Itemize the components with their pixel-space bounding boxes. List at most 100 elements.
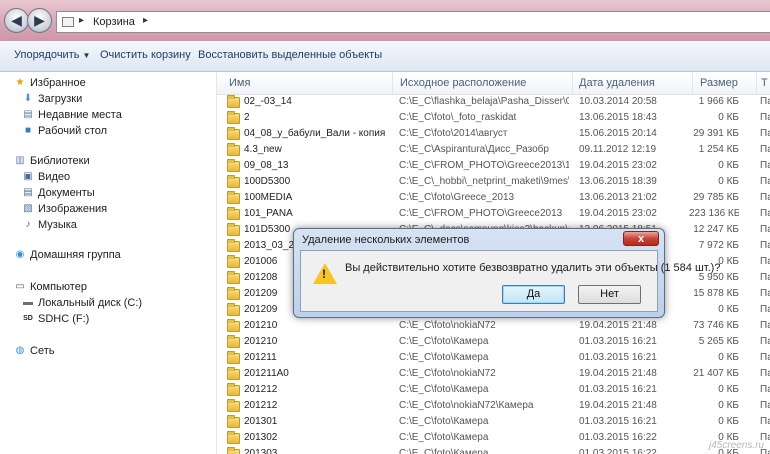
file-row[interactable]: 100MEDIA C:\E_C\foto\Greece_2013 13.06.201… — [217, 191, 770, 207]
cell-extra: Па — [760, 192, 770, 203]
cell-date: 13.06.2015 18:39 — [579, 176, 657, 187]
cell-extra: Па — [760, 416, 770, 427]
cell-size: 0 КБ — [718, 352, 739, 363]
file-row[interactable]: 201211A0 C:\E_C\foto\nokiaN72 19.04.2015 2… — [217, 367, 770, 383]
folder-icon — [227, 255, 240, 268]
yes-button[interactable]: Да — [502, 285, 565, 304]
cell-extra: Па — [760, 384, 770, 395]
organize-button[interactable]: Упорядочить ▼ — [14, 49, 90, 61]
cell-extra: Па — [760, 352, 770, 363]
file-row[interactable]: 02_-03_14 C:\E_C\flashka_belaja\Pasha_Dis… — [217, 95, 770, 111]
watermark: j45creens.ru — [708, 440, 764, 451]
folder-icon — [227, 223, 240, 236]
column-divider[interactable] — [756, 72, 757, 94]
file-row[interactable]: 201210 C:\E_C\foto\nokiaN72 19.04.2015 21:… — [217, 319, 770, 335]
chevron-right-icon[interactable]: ▸ — [143, 15, 148, 26]
cell-size: 0 КБ — [718, 304, 739, 315]
cell-size: 21 407 КБ — [693, 368, 739, 379]
folder-icon — [227, 207, 240, 220]
folder-icon — [227, 415, 240, 428]
cell-name: 201302 — [244, 432, 278, 443]
column-type[interactable]: Т — [761, 77, 768, 89]
homegroup-icon: ◉ — [15, 249, 25, 260]
cell-date: 19.04.2015 23:02 — [579, 208, 657, 219]
cell-path: C:\E_C\foto\2014\август — [399, 128, 508, 139]
cell-date: 01.03.2015 16:22 — [579, 432, 657, 443]
navigation-pane: ★ Избранное ⬇ Загрузки ▤ Недавние места ■ Ра… — [0, 72, 217, 454]
column-size[interactable]: Размер — [700, 77, 738, 89]
close-icon: x — [637, 233, 645, 245]
file-row[interactable]: 201302 C:\E_C\foto\Камера 01.03.2015 16:22… — [217, 431, 770, 447]
cell-size: 29 785 КБ — [693, 192, 739, 203]
column-headers: Имя Исходное расположение Дата удаления … — [217, 72, 770, 95]
no-button[interactable]: Нет — [578, 285, 641, 304]
column-divider[interactable] — [692, 72, 693, 94]
address-text: Корзина — [93, 16, 135, 28]
cell-size: 0 КБ — [718, 160, 739, 171]
cell-name: 201212 — [244, 384, 278, 395]
cell-extra: Па — [760, 160, 770, 171]
file-row[interactable]: 09_08_13 C:\E_C\FROM_PHOTO\Greece2013\102… — [217, 159, 770, 175]
close-button[interactable]: x — [623, 231, 659, 246]
file-row[interactable]: 201210 C:\E_C\foto\Камера 01.03.2015 16:21… — [217, 335, 770, 351]
back-button[interactable]: ◀ — [4, 8, 29, 33]
desktop-icon: ■ — [24, 125, 32, 136]
cell-extra: Па — [760, 256, 770, 267]
cell-name: 04_08_у_бабули_Вали - копия — [244, 128, 386, 139]
cell-date: 01.03.2015 16:21 — [579, 384, 657, 395]
cell-name: 4.3_new — [244, 144, 282, 155]
forward-arrow-icon: ▶ — [34, 12, 45, 28]
folder-icon — [227, 159, 240, 172]
cell-name: 201210 — [244, 336, 278, 347]
file-row[interactable]: 100D5300 C:\E_C\_hobbi\_netprint_maketi\9… — [217, 175, 770, 191]
cell-extra: Па — [760, 368, 770, 379]
file-row[interactable]: 4.3_new C:\E_C\Aspirantura\Дисс_Разобр 09.… — [217, 143, 770, 159]
chevron-right-icon[interactable]: ▸ — [79, 15, 84, 26]
recent-places-icon: ▤ — [23, 109, 33, 120]
cell-size: 15 878 КБ — [693, 288, 739, 299]
cell-extra: Па — [760, 112, 770, 123]
nav-label: Сеть — [30, 345, 55, 357]
cell-name: 201211A0 — [244, 368, 289, 379]
empty-bin-button[interactable]: Очистить корзину — [100, 49, 191, 61]
cell-date: 10.03.2014 20:58 — [579, 96, 657, 107]
forward-button[interactable]: ▶ — [27, 8, 52, 33]
cell-date: 01.03.2015 16:21 — [579, 416, 657, 427]
folder-icon — [227, 287, 240, 300]
file-row[interactable]: 201212 C:\E_C\foto\nokiaN72\Камера 19.04.2… — [217, 399, 770, 415]
file-row[interactable]: 201211 C:\E_C\foto\Камера 01.03.2015 16:21… — [217, 351, 770, 367]
cell-size: 0 КБ — [718, 176, 739, 187]
cell-path: C:\E_C\foto\Камера — [399, 448, 489, 454]
folder-icon — [227, 271, 240, 284]
file-row[interactable]: 201301 C:\E_C\foto\Камера 01.03.2015 16:21… — [217, 415, 770, 431]
file-row[interactable]: 101_PANA C:\E_C\FROM_PHOTO\Greece2013 19.0… — [217, 207, 770, 223]
cell-date: 09.11.2012 12:19 — [579, 144, 657, 155]
drive-icon: ▬ — [23, 297, 33, 308]
cell-name: 201210 — [244, 320, 278, 331]
folder-icon — [227, 383, 240, 396]
delete-confirm-dialog: Удаление нескольких элементов x ! Вы дей… — [293, 228, 720, 318]
folder-icon — [227, 175, 240, 188]
column-origin[interactable]: Исходное расположение — [400, 77, 526, 89]
nav-label: Локальный диск (C:) — [38, 297, 143, 309]
file-row[interactable]: 04_08_у_бабули_Вали - копия C:\E_C\foto\2… — [217, 127, 770, 143]
address-bar[interactable]: ▸ Корзина ▸ — [56, 11, 770, 33]
column-deleted[interactable]: Дата удаления — [579, 77, 655, 89]
cell-name: 201303 — [244, 448, 278, 454]
restore-selected-button[interactable]: Восстановить выделенные объекты — [198, 49, 382, 61]
folder-icon — [227, 335, 240, 348]
cell-name: 201212 — [244, 400, 278, 411]
cell-path: C:\E_C\flashka_belaja\Pasha_Disser\04_0.… — [399, 96, 569, 107]
caret-down-icon: ▼ — [82, 51, 91, 60]
file-row[interactable]: 2 C:\E_C\foto\_foto_raskidat 13.06.2015 18… — [217, 111, 770, 127]
file-row[interactable]: 201303 C:\E_C\foto\Камера 01.03.2015 16:22… — [217, 447, 770, 454]
file-row[interactable]: 201212 C:\E_C\foto\Камера 01.03.2015 16:21… — [217, 383, 770, 399]
column-divider[interactable] — [392, 72, 393, 94]
column-name[interactable]: Имя — [229, 77, 250, 89]
computer-icon: ▭ — [15, 281, 25, 292]
nav-label: Недавние места — [38, 109, 122, 121]
cell-extra: Па — [760, 288, 770, 299]
cell-date: 01.03.2015 16:21 — [579, 336, 657, 347]
column-divider[interactable] — [572, 72, 573, 94]
nav-label: Библиотеки — [30, 155, 90, 167]
